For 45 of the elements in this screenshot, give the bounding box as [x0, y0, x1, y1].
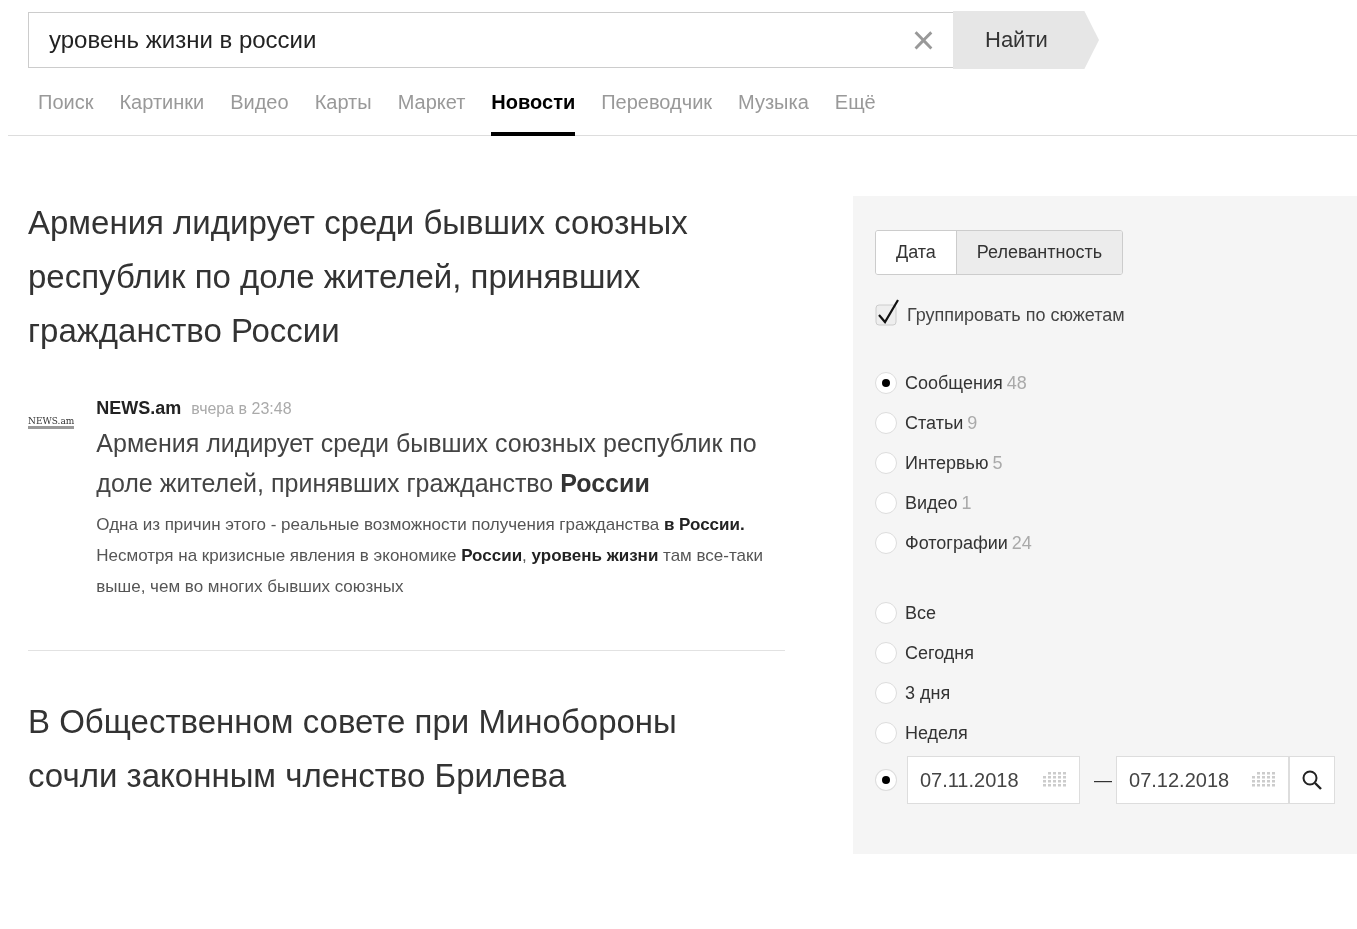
result-count: 9 — [967, 412, 978, 434]
radio-label: Интервью — [905, 452, 989, 474]
date-field[interactable]: 07.11.2018 — [906, 756, 1081, 804]
article-snippet: Одна из причин этого - реальные возможности получения гражданства в России. Несмотря на кризисные явления в экономике России, уровень жизни там все-таки выше, чем во многих бывших союзных — [96, 514, 764, 598]
radio-label: Видео — [905, 492, 958, 514]
range-dash: — — [1094, 769, 1113, 791]
radio-label: Статьи — [905, 412, 964, 434]
radio-button[interactable] — [875, 452, 897, 474]
radio-button[interactable] — [875, 532, 897, 554]
search-button[interactable] — [1289, 756, 1335, 804]
source-logo: NEWS.am — [28, 416, 75, 429]
radio-label: 3 дня — [905, 682, 951, 704]
radio-label: Фотографии — [905, 532, 1008, 554]
radio-button[interactable] — [875, 492, 897, 514]
search-field[interactable]: уровень жизни в россии × — [28, 12, 953, 68]
search-button[interactable]: Найти — [953, 11, 1099, 69]
story-title[interactable]: Армения лидирует среди бывших союзных республик по доле жителей, принявших гражданство России — [28, 196, 748, 358]
radio-button[interactable] — [875, 412, 897, 434]
radio-button[interactable] — [875, 722, 897, 744]
radio-label: Сообщения — [905, 372, 1003, 394]
article-headline[interactable]: Армения лидирует среди бывших союзных республик по доле жителей, принявших гражданство России — [96, 423, 785, 503]
search-icon — [1301, 769, 1324, 791]
sort-button[interactable]: Релевантность — [955, 231, 1123, 274]
radio-button[interactable] — [875, 769, 897, 791]
source-link[interactable]: NEWS.am — [96, 398, 182, 419]
radio-button[interactable] — [875, 372, 897, 394]
calendar-icon[interactable] — [1043, 772, 1068, 788]
sort-button[interactable]: Дата — [876, 231, 956, 274]
radio-label: Сегодня — [905, 642, 974, 664]
radio-button[interactable] — [875, 682, 897, 704]
nav-tab[interactable]: Новости — [491, 83, 576, 136]
date-field[interactable]: 07.12.2018 — [1116, 756, 1290, 804]
radio-button[interactable] — [875, 642, 897, 664]
result-count: 48 — [1006, 372, 1027, 394]
result-count: 5 — [992, 452, 1003, 474]
checkbox-label: Группировать по сюжетам — [907, 305, 1125, 326]
result-count: 24 — [1011, 532, 1032, 554]
radio-label: Неделя — [905, 722, 968, 744]
calendar-icon[interactable] — [1252, 772, 1277, 788]
checkbox[interactable] — [875, 297, 901, 326]
result-count: 1 — [961, 492, 972, 514]
radio-label: Все — [905, 602, 937, 624]
story-title[interactable]: В Общественном совете при Минобороны сочли законным членство Брилева — [28, 695, 748, 803]
radio-button[interactable] — [875, 602, 897, 624]
publish-time: вчера в 23:48 — [191, 400, 292, 418]
